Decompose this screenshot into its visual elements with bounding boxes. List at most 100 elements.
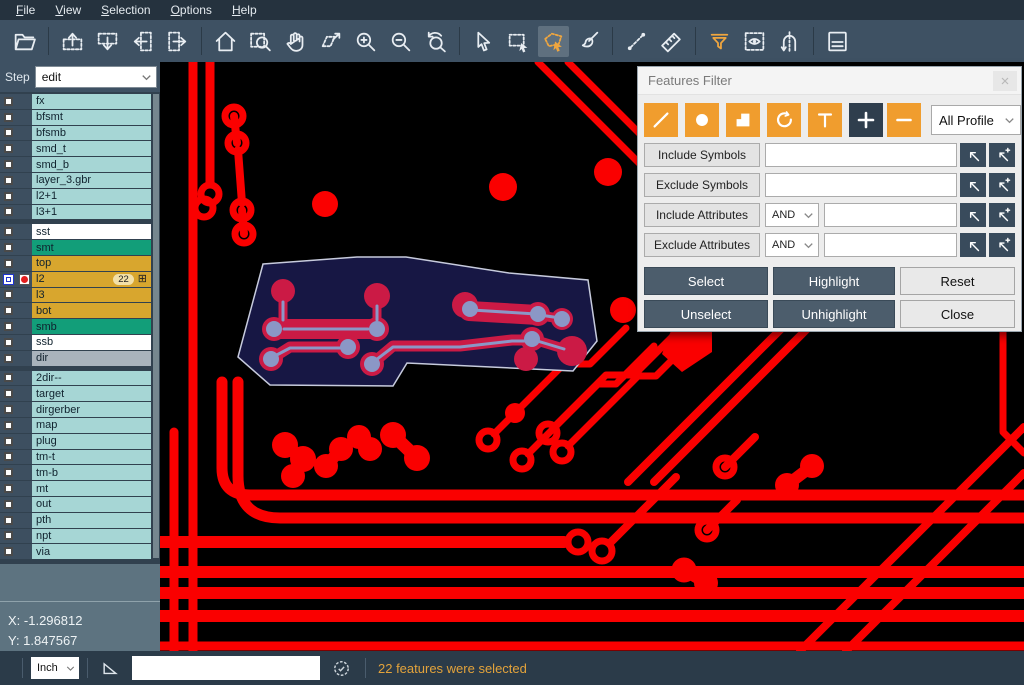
include-symbols-pick-button[interactable]: [960, 143, 986, 167]
sidebar-scrollbar[interactable]: [153, 94, 159, 558]
active-layer-cell[interactable]: [17, 529, 32, 544]
layer-checkbox[interactable]: [4, 373, 13, 382]
layer-name[interactable]: dir: [32, 351, 151, 366]
menu-help[interactable]: Help: [222, 1, 267, 20]
active-layer-cell[interactable]: [17, 351, 32, 366]
layer-visibility-cell[interactable]: [0, 335, 17, 350]
layer-name[interactable]: l222⊞: [32, 272, 151, 287]
select-polygon-button[interactable]: [538, 26, 569, 57]
layer-visibility-cell[interactable]: [0, 256, 17, 271]
active-layer-cell[interactable]: [17, 319, 32, 334]
layer-name[interactable]: map: [32, 418, 151, 433]
layer-visibility-cell[interactable]: [0, 157, 17, 172]
close-button[interactable]: Close: [900, 300, 1015, 328]
layer-name[interactable]: out: [32, 497, 151, 512]
active-layer-cell[interactable]: [17, 418, 32, 433]
layer-visibility-cell[interactable]: [0, 205, 17, 220]
layer-checkbox[interactable]: [4, 259, 13, 268]
layer-checkbox[interactable]: [4, 160, 13, 169]
filter-surfaces-button[interactable]: [726, 103, 760, 137]
unit-dropdown[interactable]: Inch: [31, 657, 79, 679]
unhighlight-button[interactable]: Unhighlight: [773, 300, 895, 328]
include-symbols-button[interactable]: Include Symbols: [644, 143, 760, 167]
profile-view-button[interactable]: [739, 26, 770, 57]
layer-row-fx[interactable]: fx: [0, 94, 160, 109]
layer-checkbox[interactable]: [4, 516, 13, 525]
layer-row-sst[interactable]: sst: [0, 224, 160, 239]
menu-options[interactable]: Options: [161, 1, 222, 20]
active-layer-cell[interactable]: [17, 94, 32, 109]
zoom-area-button[interactable]: [315, 26, 346, 57]
layer-checkbox[interactable]: [4, 389, 13, 398]
active-layer-cell[interactable]: [17, 141, 32, 156]
active-layer-cell[interactable]: [17, 513, 32, 528]
layer-visibility-cell[interactable]: [0, 272, 17, 287]
layer-visibility-cell[interactable]: [0, 351, 17, 366]
layer-row-bot[interactable]: bot: [0, 303, 160, 318]
layer-visibility-cell[interactable]: [0, 450, 17, 465]
layer-name[interactable]: layer_3.gbr: [32, 173, 151, 188]
layer-checkbox[interactable]: [4, 306, 13, 315]
layer-name[interactable]: smb: [32, 319, 151, 334]
layer-visibility-cell[interactable]: [0, 319, 17, 334]
include-attributes-pick-add-button[interactable]: [989, 203, 1015, 227]
layer-checkbox[interactable]: [4, 290, 13, 299]
active-layer-cell[interactable]: [17, 240, 32, 255]
layer-name[interactable]: top: [32, 256, 151, 271]
active-layer-cell[interactable]: [17, 465, 32, 480]
shift-view-left-button[interactable]: [127, 26, 158, 57]
exclude-symbols-pick-add-button[interactable]: [989, 173, 1015, 197]
layer-row-l3-1[interactable]: l3+1: [0, 205, 160, 220]
layer-checkbox[interactable]: [4, 97, 13, 106]
layer-row-tm-b[interactable]: tm-b: [0, 465, 160, 480]
highlight-button[interactable]: Highlight: [773, 267, 895, 295]
select-pointer-button[interactable]: [468, 26, 499, 57]
layer-visibility-cell[interactable]: [0, 386, 17, 401]
layer-name[interactable]: bfsmb: [32, 126, 151, 141]
layer-name[interactable]: fx: [32, 94, 151, 109]
include-attributes-pick-button[interactable]: [960, 203, 986, 227]
reset-button[interactable]: Reset: [900, 267, 1015, 295]
layer-row-top[interactable]: top: [0, 256, 160, 271]
layer-checkbox[interactable]: [4, 207, 13, 216]
layer-checkbox[interactable]: [4, 354, 13, 363]
exclude-symbols-pick-button[interactable]: [960, 173, 986, 197]
include-attributes-operator-dropdown[interactable]: AND: [765, 203, 819, 227]
layer-checkbox[interactable]: [4, 227, 13, 236]
exclude-symbols-button[interactable]: Exclude Symbols: [644, 173, 760, 197]
exclude-attributes-input[interactable]: [824, 233, 957, 257]
exclude-symbols-input[interactable]: [765, 173, 957, 197]
layer-name[interactable]: l2+1: [32, 189, 151, 204]
features-filter-button[interactable]: [704, 26, 735, 57]
filter-arcs-button[interactable]: [767, 103, 801, 137]
shift-view-down-button[interactable]: [92, 26, 123, 57]
layer-checkbox[interactable]: [4, 192, 13, 201]
include-attributes-input[interactable]: [824, 203, 957, 227]
measure-ruler-button[interactable]: [656, 26, 687, 57]
layer-name[interactable]: l3+1: [32, 205, 151, 220]
active-layer-cell[interactable]: [17, 189, 32, 204]
layer-row-tm-t[interactable]: tm-t: [0, 450, 160, 465]
layer-row-dir[interactable]: dir: [0, 351, 160, 366]
select-button[interactable]: Select: [644, 267, 768, 295]
layer-visibility-cell[interactable]: [0, 371, 17, 386]
layer-checkbox[interactable]: [4, 531, 13, 540]
layer-name[interactable]: pth: [32, 513, 151, 528]
layer-row-smt[interactable]: smt: [0, 240, 160, 255]
layer-row-l2[interactable]: l222⊞: [0, 272, 160, 287]
layer-checkbox[interactable]: [4, 144, 13, 153]
filter-pads-button[interactable]: [685, 103, 719, 137]
layer-checkbox[interactable]: [4, 128, 13, 137]
layer-name[interactable]: mt: [32, 481, 151, 496]
exclude-attributes-pick-button[interactable]: [960, 233, 986, 257]
layer-visibility-cell[interactable]: [0, 126, 17, 141]
active-layer-cell[interactable]: [17, 272, 32, 287]
dialog-close-button[interactable]: [993, 71, 1017, 91]
layer-visibility-cell[interactable]: [0, 240, 17, 255]
profile-dropdown[interactable]: All Profile: [931, 105, 1021, 135]
layer-checkbox[interactable]: [4, 500, 13, 509]
layer-row-l2-1[interactable]: l2+1: [0, 189, 160, 204]
active-layer-cell[interactable]: [17, 157, 32, 172]
layer-visibility-cell[interactable]: [0, 418, 17, 433]
layer-visibility-cell[interactable]: [0, 529, 17, 544]
